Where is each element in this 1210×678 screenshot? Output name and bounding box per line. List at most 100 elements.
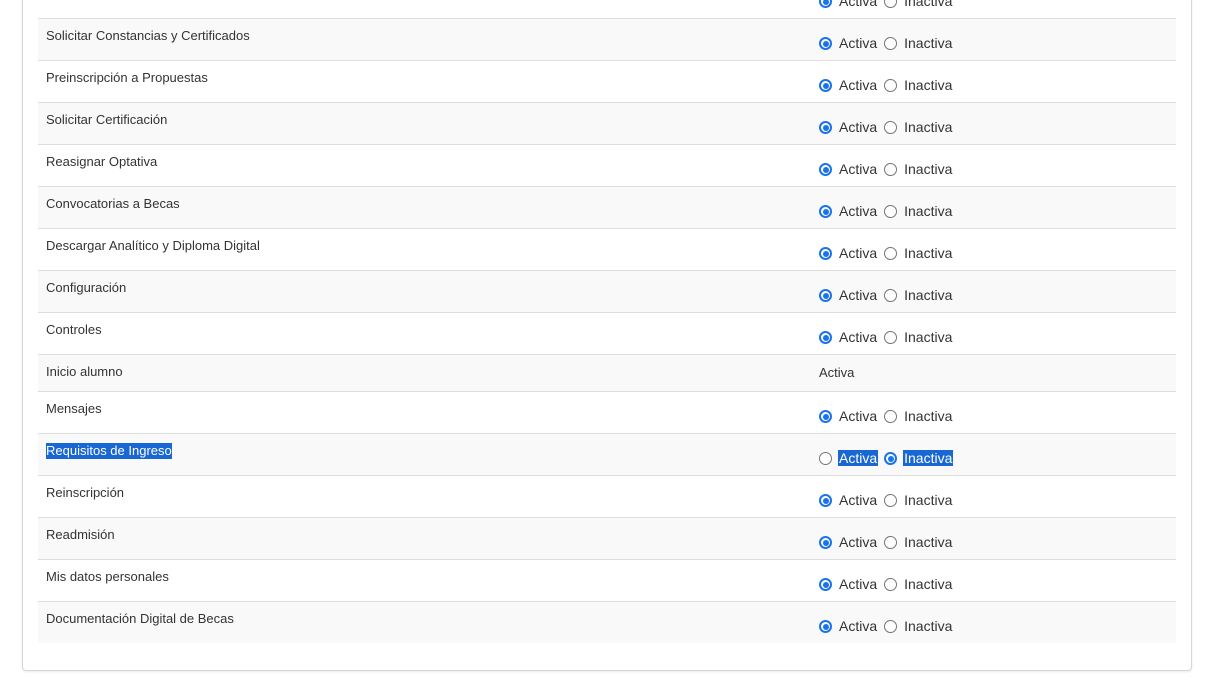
radio-option-activa[interactable]: Activa	[819, 77, 884, 93]
radio-inactiva-reasignar-optativa[interactable]	[884, 163, 898, 176]
radio-activa-solicitar-constancias-y-certificados[interactable]	[819, 37, 832, 50]
table-row: Readmisión Activa Inactiva	[38, 517, 1176, 559]
status-options: Activa Inactiva	[819, 576, 952, 592]
radio-inactiva-configuracion[interactable]	[884, 289, 898, 302]
operation-name: Preinscripción a Propuestas	[46, 70, 208, 85]
radio-option-inactiva[interactable]: Inactiva	[884, 161, 952, 177]
radio-label-inactiva[interactable]: Inactiva	[904, 161, 952, 177]
radio-activa-descargar-analitico-y-diploma-digital[interactable]	[819, 247, 832, 260]
radio-option-inactiva[interactable]: Inactiva	[884, 618, 952, 634]
radio-label-inactiva[interactable]: Inactiva	[904, 203, 952, 219]
radio-option-activa[interactable]: Activa	[819, 203, 884, 219]
radio-label-inactiva[interactable]: Inactiva	[904, 534, 952, 550]
radio-option-activa[interactable]: Activa	[819, 35, 884, 51]
radio-option-inactiva[interactable]: Inactiva	[884, 534, 952, 550]
radio-option-inactiva[interactable]: Inactiva	[884, 576, 952, 592]
radio-activa-configuracion[interactable]	[819, 289, 832, 302]
radio-option-activa[interactable]: Activa	[819, 408, 884, 424]
radio-option-activa[interactable]: Activa	[819, 245, 884, 261]
radio-option-activa[interactable]: Activa	[819, 119, 884, 135]
radio-label-inactiva[interactable]: Inactiva	[904, 492, 952, 508]
radio-label-activa[interactable]: Activa	[839, 287, 877, 303]
radio-activa-requisitos-de-ingreso[interactable]	[819, 452, 832, 465]
radio-label-inactiva[interactable]: Inactiva	[904, 329, 952, 345]
radio-inactiva-requisitos-de-ingreso[interactable]	[884, 452, 898, 465]
radio-inactiva-reinscripcion[interactable]	[884, 494, 898, 507]
radio-label-activa[interactable]: Activa	[839, 576, 877, 592]
radio-option-activa[interactable]: Activa	[819, 0, 884, 9]
radio-activa-preinscripcion-a-propuestas[interactable]	[819, 79, 832, 92]
radio-label-inactiva[interactable]: Inactiva	[904, 77, 952, 93]
radio-activa-solicitar-certificacion[interactable]	[819, 121, 832, 134]
radio-inactiva-documentacion-digital-de-becas[interactable]	[884, 620, 898, 633]
radio-inactiva-controles[interactable]	[884, 331, 898, 344]
radio-option-activa[interactable]: Activa	[819, 492, 884, 508]
radio-option-activa[interactable]: Activa	[819, 534, 884, 550]
radio-label-inactiva[interactable]: Inactiva	[904, 408, 952, 424]
table-row: Preinscripción a Propuestas Activa Inactiv…	[38, 60, 1176, 102]
radio-label-activa[interactable]: Activa	[839, 161, 877, 177]
operation-name: Reinscripción	[46, 485, 125, 500]
radio-label-inactiva[interactable]: Inactiva	[904, 576, 952, 592]
radio-activa-readmision[interactable]	[819, 536, 832, 549]
radio-option-activa[interactable]: Activa	[819, 287, 884, 303]
radio-activa-convocatorias-a-becas[interactable]	[819, 205, 832, 218]
radio-label-activa[interactable]: Activa	[839, 408, 877, 424]
radio-inactiva-convocatorias-a-becas[interactable]	[884, 205, 898, 218]
radio-option-inactiva[interactable]: Inactiva	[884, 450, 954, 466]
radio-label-activa[interactable]: Activa	[839, 77, 877, 93]
radio-option-inactiva[interactable]: Inactiva	[884, 0, 952, 9]
radio-inactiva-row[interactable]	[884, 0, 898, 8]
radio-label-activa[interactable]: Activa	[839, 203, 877, 219]
radio-option-activa[interactable]: Activa	[819, 450, 884, 466]
radio-label-activa[interactable]: Activa	[839, 245, 877, 261]
radio-inactiva-solicitar-certificacion[interactable]	[884, 121, 898, 134]
radio-option-activa[interactable]: Activa	[819, 618, 884, 634]
radio-label-activa[interactable]: Activa	[838, 450, 879, 466]
radio-label-activa[interactable]: Activa	[839, 534, 877, 550]
radio-label-activa[interactable]: Activa	[839, 119, 877, 135]
radio-activa-documentacion-digital-de-becas[interactable]	[819, 620, 832, 633]
radio-label-inactiva[interactable]: Inactiva	[904, 618, 952, 634]
radio-option-activa[interactable]: Activa	[819, 329, 884, 345]
radio-inactiva-descargar-analitico-y-diploma-digital[interactable]	[884, 247, 898, 260]
radio-activa-controles[interactable]	[819, 331, 832, 344]
radio-activa-row[interactable]	[819, 0, 832, 8]
radio-activa-reinscripcion[interactable]	[819, 494, 832, 507]
radio-option-inactiva[interactable]: Inactiva	[884, 287, 952, 303]
radio-label-activa[interactable]: Activa	[839, 329, 877, 345]
radio-option-inactiva[interactable]: Inactiva	[884, 245, 952, 261]
radio-label-inactiva[interactable]: Inactiva	[904, 287, 952, 303]
radio-label-activa[interactable]: Activa	[839, 0, 877, 9]
radio-inactiva-solicitar-constancias-y-certificados[interactable]	[884, 37, 898, 50]
operation-name: Readmisión	[46, 527, 115, 542]
radio-label-inactiva[interactable]: Inactiva	[904, 245, 952, 261]
radio-inactiva-preinscripcion-a-propuestas[interactable]	[884, 79, 898, 92]
radio-label-inactiva[interactable]: Inactiva	[904, 35, 952, 51]
radio-option-inactiva[interactable]: Inactiva	[884, 408, 952, 424]
radio-option-inactiva[interactable]: Inactiva	[884, 329, 952, 345]
radio-activa-mis-datos-personales[interactable]	[819, 578, 832, 591]
radio-inactiva-mensajes[interactable]	[884, 410, 898, 423]
table-row: Mensajes Activa Inactiva	[38, 391, 1176, 433]
radio-label-inactiva[interactable]: Inactiva	[903, 450, 954, 466]
radio-option-inactiva[interactable]: Inactiva	[884, 492, 952, 508]
radio-label-activa[interactable]: Activa	[839, 618, 877, 634]
radio-activa-reasignar-optativa[interactable]	[819, 163, 832, 176]
radio-option-activa[interactable]: Activa	[819, 161, 884, 177]
radio-inactiva-mis-datos-personales[interactable]	[884, 578, 898, 591]
radio-inactiva-readmision[interactable]	[884, 536, 898, 549]
radio-label-inactiva[interactable]: Inactiva	[904, 0, 952, 9]
radio-label-inactiva[interactable]: Inactiva	[904, 119, 952, 135]
operation-name: Inicio alumno	[46, 364, 123, 379]
radio-activa-mensajes[interactable]	[819, 410, 832, 423]
radio-label-activa[interactable]: Activa	[839, 492, 877, 508]
radio-option-activa[interactable]: Activa	[819, 576, 884, 592]
radio-label-activa[interactable]: Activa	[839, 35, 877, 51]
radio-option-inactiva[interactable]: Inactiva	[884, 35, 952, 51]
radio-option-inactiva[interactable]: Inactiva	[884, 77, 952, 93]
status-options: Activa Inactiva	[819, 203, 952, 219]
operation-name: Solicitar Constancias y Certificados	[46, 28, 250, 43]
radio-option-inactiva[interactable]: Inactiva	[884, 203, 952, 219]
radio-option-inactiva[interactable]: Inactiva	[884, 119, 952, 135]
